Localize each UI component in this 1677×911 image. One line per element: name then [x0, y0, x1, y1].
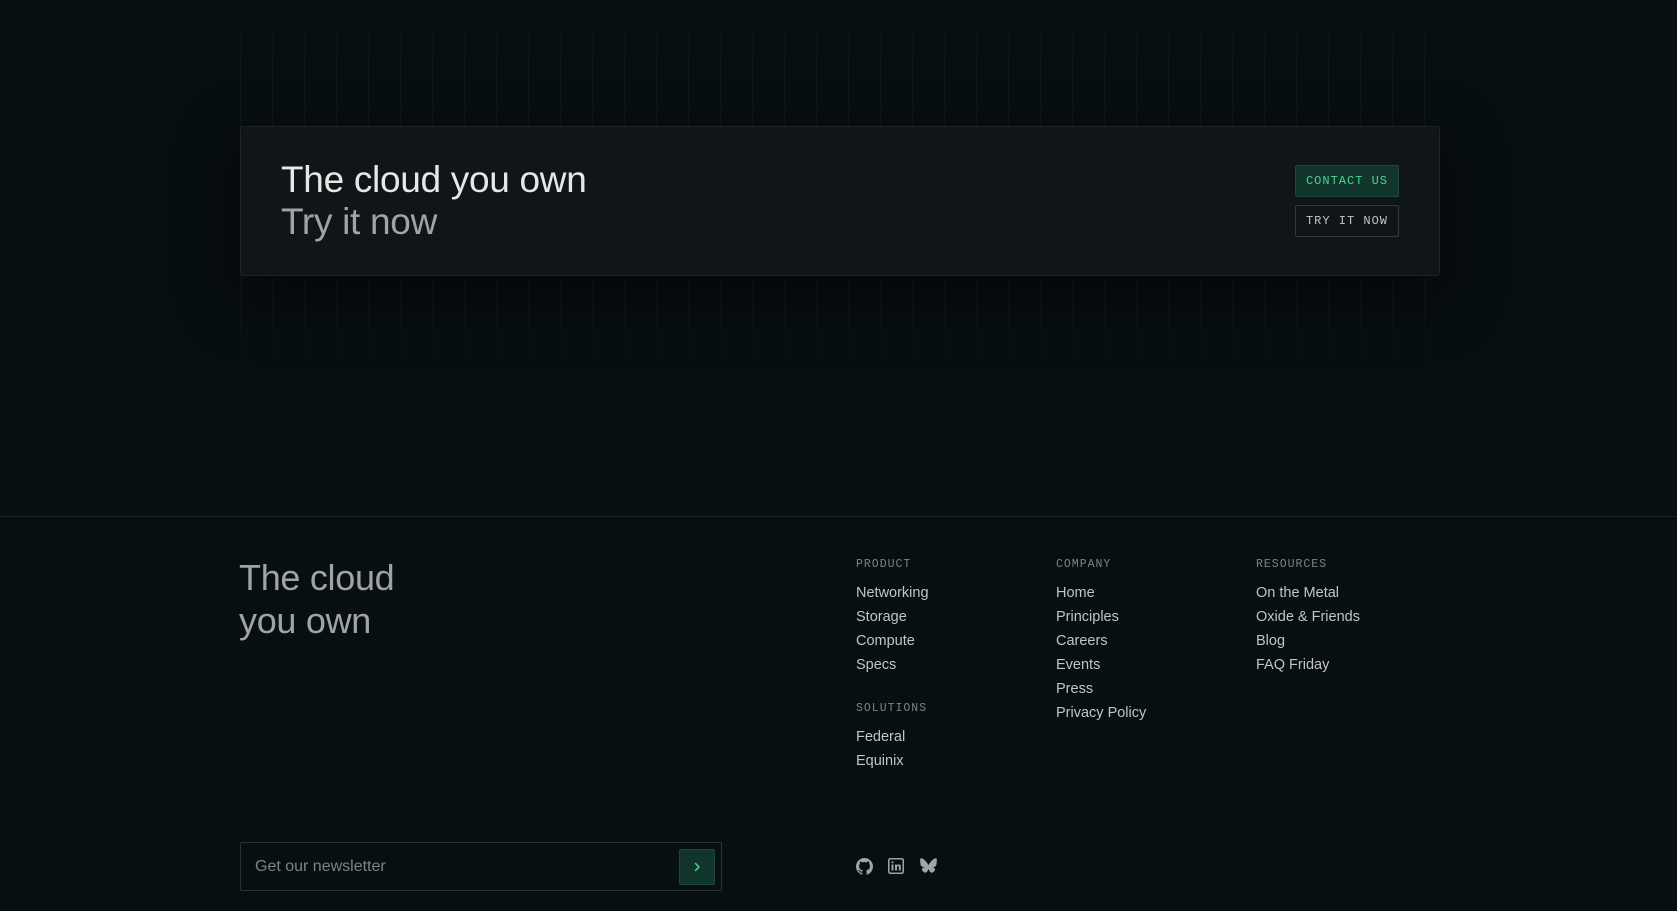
footer-link-press[interactable]: Press — [1056, 677, 1146, 701]
cta-card: The cloud you own Try it now CONTACT US … — [240, 126, 1440, 276]
newsletter-submit-button[interactable] — [679, 849, 715, 885]
col-heading-resources: RESOURCES — [1256, 558, 1328, 571]
footer-col-product: PRODUCT Networking Storage Compute Specs — [856, 557, 929, 677]
footer-brand: The cloud you own — [239, 556, 479, 642]
footer-link-networking[interactable]: Networking — [856, 581, 929, 605]
col-heading-company: COMPANY — [1056, 558, 1112, 571]
try-it-now-button[interactable]: TRY IT NOW — [1295, 205, 1399, 237]
footer-col-resources: RESOURCES On the Metal Oxide & Friends B… — [1256, 557, 1360, 677]
newsletter-form — [240, 842, 722, 891]
chevron-right-icon — [694, 862, 700, 872]
bluesky-link[interactable] — [919, 857, 937, 875]
footer-link-specs[interactable]: Specs — [856, 653, 929, 677]
github-link[interactable] — [855, 857, 873, 875]
footer-link-compute[interactable]: Compute — [856, 629, 929, 653]
footer-link-storage[interactable]: Storage — [856, 605, 929, 629]
footer-link-oxide-and-friends[interactable]: Oxide & Friends — [1256, 605, 1360, 629]
footer-link-faq-friday[interactable]: FAQ Friday — [1256, 653, 1360, 677]
linkedin-link[interactable] — [887, 857, 905, 875]
bluesky-icon — [919, 858, 937, 873]
footer-link-privacy-policy[interactable]: Privacy Policy — [1056, 701, 1146, 725]
cta-subtitle: Try it now — [281, 201, 437, 242]
cta-title: The cloud you own — [281, 159, 587, 200]
footer-col-company: COMPANY Home Principles Careers Events P… — [1056, 557, 1146, 725]
footer-link-careers[interactable]: Careers — [1056, 629, 1146, 653]
footer-link-equinix[interactable]: Equinix — [856, 749, 927, 773]
col-heading-solutions: SOLUTIONS — [856, 702, 928, 715]
newsletter-input[interactable] — [241, 843, 661, 890]
footer-divider — [0, 516, 1677, 517]
linkedin-icon — [888, 858, 904, 874]
footer-brand-line: The cloud — [239, 557, 395, 598]
social-links — [855, 857, 937, 875]
footer-link-federal[interactable]: Federal — [856, 725, 927, 749]
contact-us-button[interactable]: CONTACT US — [1295, 165, 1399, 197]
footer-link-blog[interactable]: Blog — [1256, 629, 1360, 653]
footer-link-home[interactable]: Home — [1056, 581, 1146, 605]
footer-link-events[interactable]: Events — [1056, 653, 1146, 677]
footer-link-on-the-metal[interactable]: On the Metal — [1256, 581, 1360, 605]
github-icon — [855, 857, 873, 875]
footer-link-principles[interactable]: Principles — [1056, 605, 1146, 629]
footer-brand-line: you own — [239, 600, 371, 641]
footer-col-solutions: SOLUTIONS Federal Equinix — [856, 701, 927, 773]
col-heading-product: PRODUCT — [856, 558, 912, 571]
hero-section: The cloud you own Try it now CONTACT US … — [0, 0, 1677, 516]
